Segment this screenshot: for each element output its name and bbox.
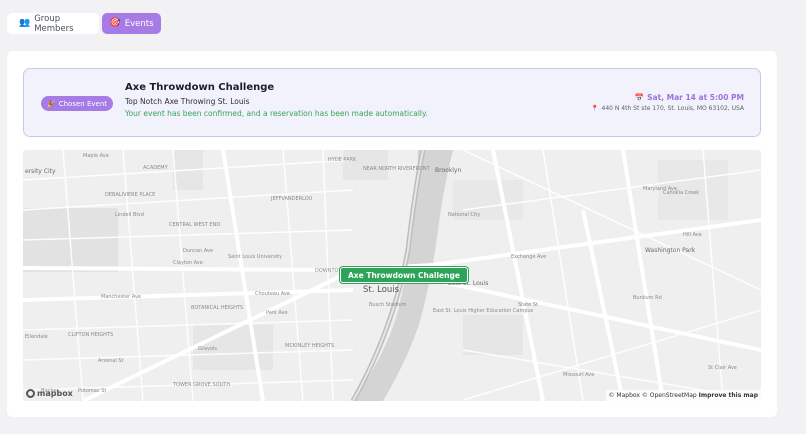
mapbox-logo[interactable]: mapbox (26, 389, 73, 398)
map-label: Manchester Ave (101, 294, 141, 300)
map-label: Arsenal St (98, 358, 124, 364)
map-label: HYDE PARK (328, 157, 357, 163)
tab-label: Events (124, 18, 154, 29)
map-label: Park Ave (266, 310, 288, 316)
mapbox-logo-text: mapbox (37, 389, 73, 398)
tab-group-members[interactable]: 👥 Group Members (7, 13, 99, 34)
map-label: ACADEMY (143, 165, 168, 171)
event-map[interactable]: ersity City Maple Ave ACADEMY DEBALIVIER… (23, 150, 761, 401)
map-label: Lindell Blvd (115, 212, 144, 218)
event-address: 📍 440 N 4th St ste 170, St. Louis, MO 63… (591, 105, 744, 112)
map-label: National City (448, 212, 481, 218)
map-label: Exchange Ave (511, 254, 547, 260)
event-status: Your event has been confirmed, and a res… (125, 109, 428, 118)
map-label: ersity City (25, 168, 56, 175)
event-date: 📅 Sat, Mar 14 at 5:00 PM (635, 93, 744, 102)
map-label: Gravois (198, 346, 218, 352)
tab-events[interactable]: 🎯 Events (102, 13, 161, 34)
map-label: Chouteau Ave (255, 291, 290, 297)
chosen-event-badge: 🎉 Chosen Event (41, 96, 113, 111)
map-label: Ellendale (25, 334, 48, 340)
map-label: BOTANICAL HEIGHTS (191, 305, 244, 311)
map-label: St Clair Ave (708, 365, 737, 371)
improve-map-link[interactable]: Improve this map (699, 392, 758, 399)
event-address-text: 440 N 4th St ste 170, St. Louis, MO 6310… (601, 105, 744, 112)
group-icon: 👥 (19, 18, 31, 28)
map-label: Brooklyn (435, 167, 462, 174)
map-attribution: © Mapbox © OpenStreetMap Improve this ma… (605, 390, 761, 401)
map-label: Busch Stadium (369, 302, 407, 308)
map-label: CENTRAL WEST END (169, 222, 221, 228)
chosen-event-card: 🎉 Chosen Event Axe Throwdown Challenge T… (23, 68, 761, 137)
map-label: Washington Park (645, 247, 696, 254)
badge-label: Chosen Event (58, 99, 107, 108)
event-map-marker[interactable]: Axe Throwdown Challenge (340, 267, 468, 283)
event-venue: Top Notch Axe Throwing St. Louis (125, 97, 250, 106)
calendar-icon: 📅 (634, 93, 645, 102)
map-label: Maryland Ave (643, 186, 677, 192)
attribution-osm-link[interactable]: © OpenStreetMap (642, 392, 697, 399)
map-label: Maple Ave (83, 153, 109, 159)
map-label: CLIFTON HEIGHTS (68, 332, 114, 338)
map-label: NEAR NORTH RIVERFRONT (363, 166, 430, 172)
events-panel: 🎉 Chosen Event Axe Throwdown Challenge T… (7, 51, 777, 417)
party-icon: 🎉 (47, 99, 56, 108)
map-label: Saint Louis University (228, 254, 283, 260)
map-label: Potomac St (78, 388, 107, 394)
map-label: East St. Louis Higher Education Campus (433, 308, 534, 314)
tab-bar: 👥 Group Members 🎯 Events (7, 13, 161, 34)
map-label: Clayton Ave (173, 260, 203, 266)
tab-label: Group Members (34, 13, 74, 34)
map-label: Hill Ave (683, 232, 702, 238)
map-label: DEBALIVIERE PLACE (105, 192, 156, 198)
target-icon: 🎯 (109, 18, 121, 28)
map-label-city: St. Louis (363, 285, 400, 295)
map-label: Duncan Ave (183, 248, 213, 254)
event-title: Axe Throwdown Challenge (125, 82, 275, 93)
map-label: JEFFVANDERLOU (271, 196, 313, 202)
pin-icon: 📍 (591, 105, 599, 112)
map-label: TOWER GROVE SOUTH (173, 382, 231, 388)
event-date-text: Sat, Mar 14 at 5:00 PM (647, 93, 744, 102)
map-label: Bunkum Rd (633, 295, 662, 301)
map-label: MCKINLEY HEIGHTS (285, 343, 335, 349)
map-label: Missouri Ave (563, 372, 595, 378)
attribution-mapbox-link[interactable]: © Mapbox (609, 392, 640, 399)
mapbox-logo-icon (26, 389, 35, 398)
